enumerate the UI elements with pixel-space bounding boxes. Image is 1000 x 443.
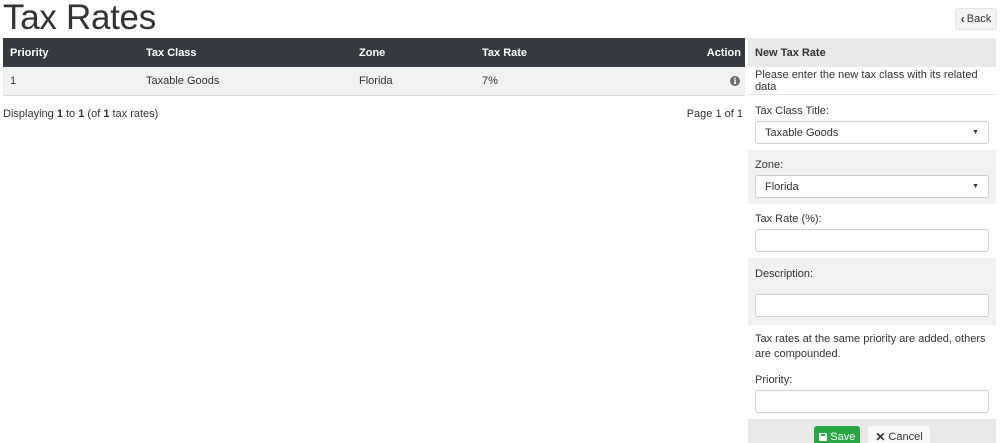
new-tax-rate-panel: New Tax Rate Please enter the new tax cl…: [748, 38, 996, 443]
priority-input[interactable]: [755, 390, 989, 413]
displaying-count: Displaying 1 to 1 (of 1 tax rates): [3, 108, 158, 120]
tax-class-label: Tax Class Title:: [755, 105, 829, 117]
back-label: Back: [966, 13, 992, 25]
description-field: Description:: [748, 258, 996, 325]
cell-action: i: [628, 67, 745, 95]
display-to-word: to: [62, 108, 79, 120]
tax-rate-label: Tax Rate (%):: [755, 213, 822, 225]
tax-rate-input[interactable]: [755, 229, 989, 252]
cell-priority: 1: [10, 74, 17, 87]
display-suffix: tax rates): [109, 108, 159, 120]
col-tax-rate[interactable]: Tax Rate: [475, 38, 628, 67]
panel-intro: Please enter the new tax class with its …: [748, 67, 996, 95]
col-action: Action: [706, 46, 741, 59]
description-input[interactable]: [755, 294, 989, 317]
zone-value: Florida: [765, 180, 799, 193]
tax-class-select[interactable]: Taxable Goods ▼: [755, 121, 989, 144]
page-info: Page 1 of 1: [686, 108, 743, 120]
panel-heading: New Tax Rate: [748, 38, 996, 67]
cell-zone: Florida: [359, 74, 393, 87]
tax-rate-field: Tax Rate (%):: [748, 204, 996, 258]
cancel-label: Cancel: [888, 431, 923, 443]
zone-label: Zone:: [755, 159, 784, 171]
display-of: (of: [84, 108, 104, 120]
description-label: Description:: [755, 268, 814, 280]
table-header-row: Priority Tax Class Zone Tax Rate Action: [3, 38, 745, 67]
priority-label: Priority:: [755, 374, 793, 386]
priority-field: Priority:: [748, 368, 996, 419]
priority-note: Tax rates at the same priority are added…: [755, 333, 986, 360]
tax-class-value: Taxable Goods: [765, 126, 839, 139]
caret-down-icon: ▼: [972, 183, 979, 190]
info-icon[interactable]: i: [730, 75, 740, 86]
save-label: Save: [830, 431, 856, 443]
save-icon: [819, 433, 828, 441]
save-button[interactable]: Save: [814, 426, 861, 443]
back-button[interactable]: ‹ Back: [955, 8, 997, 30]
table-row[interactable]: 1 Taxable Goods Florida 7% i: [3, 67, 745, 95]
col-priority[interactable]: Priority: [3, 38, 139, 67]
col-tax-class[interactable]: Tax Class: [139, 38, 352, 67]
tax-class-field: Tax Class Title: Taxable Goods ▼: [748, 95, 996, 150]
cell-tax-rate: 7%: [482, 74, 498, 87]
tax-rates-table: Priority Tax Class Zone Tax Rate Action …: [3, 38, 745, 96]
form-actions: Save ✕ Cancel: [748, 419, 996, 443]
chevron-left-icon: ‹: [960, 12, 965, 26]
cell-tax-class: Taxable Goods: [146, 74, 220, 87]
display-prefix: Displaying: [3, 108, 57, 120]
zone-select[interactable]: Florida ▼: [755, 175, 989, 198]
col-zone[interactable]: Zone: [352, 38, 475, 67]
cancel-button[interactable]: ✕ Cancel: [868, 426, 930, 443]
zone-field: Zone: Florida ▼: [748, 150, 996, 204]
close-icon: ✕: [875, 430, 886, 443]
page-title: Tax Rates: [3, 0, 156, 37]
caret-down-icon: ▼: [972, 129, 979, 136]
